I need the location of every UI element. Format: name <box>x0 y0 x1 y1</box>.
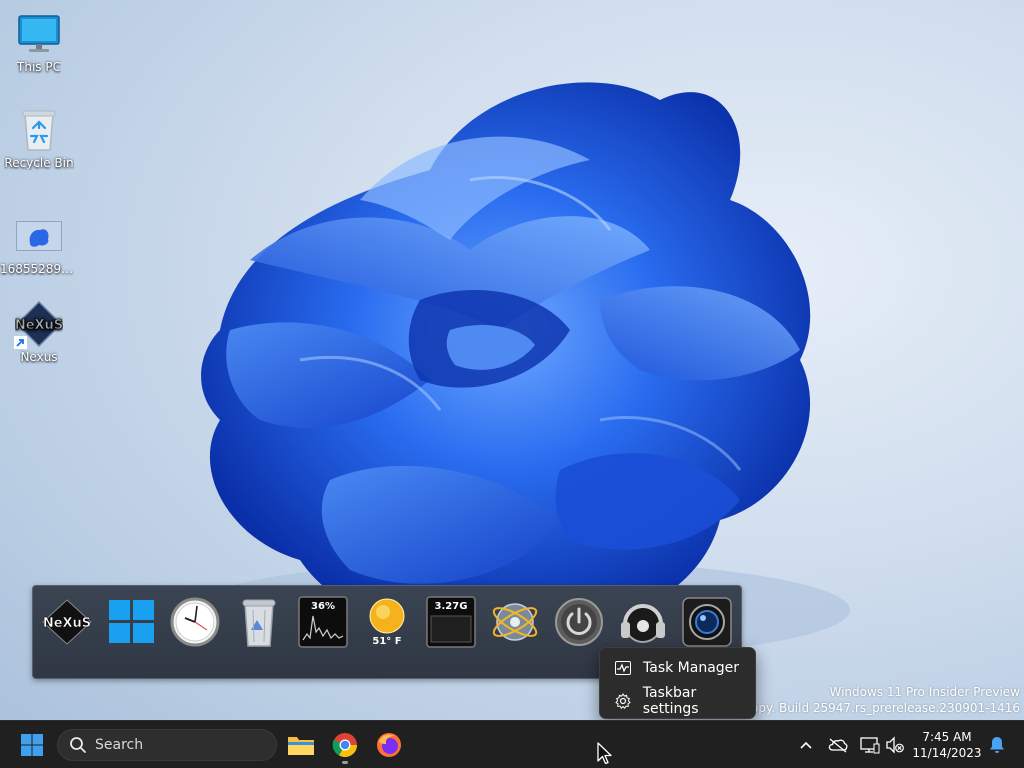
cpu-meter-icon: 36% <box>298 596 348 648</box>
mouse-pointer-icon <box>597 742 612 765</box>
dock-item-cpu-meter[interactable]: 36% <box>295 594 351 650</box>
desktop-icon-image-file[interactable]: 1685528908_... <box>0 212 78 276</box>
network-monitor-icon <box>860 737 880 754</box>
onedrive-status[interactable] <box>827 733 849 757</box>
menu-item-task-manager[interactable]: Task Manager <box>600 651 755 684</box>
menu-item-taskbar-settings[interactable]: Taskbar settings <box>600 684 755 717</box>
dock-item-nexus[interactable]: NeXuS <box>39 594 95 650</box>
dock-item-memory-meter[interactable]: 3.27G <box>423 594 479 650</box>
chevron-up-icon <box>800 741 812 749</box>
folder-icon <box>288 737 314 755</box>
dock-item-internet[interactable] <box>487 594 543 650</box>
image-thumbnail-icon <box>15 212 63 260</box>
svg-text:51° F: 51° F <box>372 636 401 647</box>
taskbar: Search 7:45 AM 11/14/2023 <box>0 720 1024 768</box>
menu-item-label: Task Manager <box>643 659 740 676</box>
taskbar-app-file-explorer[interactable] <box>281 725 321 765</box>
headphones-icon <box>621 604 665 643</box>
speaker-muted-icon <box>886 736 904 754</box>
globe-icon <box>492 603 538 641</box>
desktop-icon-label: Nexus <box>20 350 58 364</box>
desktop-icon-nexus[interactable]: NeXuS Nexus <box>0 300 78 364</box>
dock-item-clock[interactable] <box>167 594 223 650</box>
windows-logo-icon <box>109 600 154 643</box>
show-hidden-icons-button[interactable] <box>795 733 817 757</box>
taskbar-app-firefox[interactable] <box>369 725 409 765</box>
taskbar-search-box[interactable]: Search <box>57 729 277 761</box>
cloud-off-icon <box>828 738 848 753</box>
recycle-bin-icon <box>15 106 63 154</box>
start-button[interactable] <box>12 725 52 765</box>
desktop-icon-this-pc[interactable]: This PC <box>0 10 78 74</box>
clock-icon <box>170 597 220 647</box>
task-manager-icon <box>614 659 632 677</box>
search-placeholder: Search <box>95 737 144 753</box>
taskbar-clock[interactable]: 7:45 AM 11/14/2023 <box>912 729 982 761</box>
taskbar-context-menu: Task Manager Taskbar settings <box>599 647 756 719</box>
shortcut-arrow-icon <box>14 336 27 349</box>
dock-item-weather[interactable]: 51° F <box>359 594 415 650</box>
desktop-icon-label: 1685528908_... <box>0 262 78 276</box>
weather-sun-icon: 51° F <box>369 598 405 647</box>
chrome-icon <box>332 733 357 758</box>
bell-icon <box>990 737 1004 753</box>
monitor-icon <box>15 10 63 58</box>
nexus-logo-icon: NeXuS <box>42 599 92 645</box>
taskbar-app-chrome[interactable] <box>325 725 365 765</box>
volume-status[interactable] <box>884 733 906 757</box>
desktop-icon-recycle-bin[interactable]: Recycle Bin <box>0 106 78 170</box>
dock-item-media-player[interactable] <box>615 594 671 650</box>
menu-item-label: Taskbar settings <box>642 684 699 717</box>
svg-text:36%: 36% <box>311 601 335 612</box>
network-status[interactable] <box>859 733 881 757</box>
dock-item-shutdown[interactable] <box>551 594 607 650</box>
desktop-icon-label: Recycle Bin <box>4 156 74 170</box>
svg-text:3.27G: 3.27G <box>435 601 468 612</box>
svg-text:NeXuS: NeXuS <box>43 616 91 631</box>
dock-item-windows[interactable] <box>103 594 159 650</box>
svg-text:NeXuS: NeXuS <box>15 318 63 333</box>
notifications-button[interactable] <box>986 733 1008 757</box>
power-icon <box>555 598 603 646</box>
camera-lens-icon <box>682 597 732 647</box>
clock-time: 7:45 AM <box>922 730 972 744</box>
dock-item-recycle-bin[interactable] <box>231 594 287 650</box>
memory-meter-icon: 3.27G <box>426 596 476 648</box>
search-icon <box>70 737 86 753</box>
dock-item-camera[interactable] <box>679 594 735 650</box>
windows-logo-icon <box>21 734 43 756</box>
firefox-icon <box>377 733 401 757</box>
gear-icon <box>614 692 632 710</box>
nexus-logo-icon: NeXuS <box>14 300 63 349</box>
recycle-bin-icon <box>242 599 276 647</box>
running-indicator <box>342 761 348 764</box>
desktop-icon-label: This PC <box>17 60 61 74</box>
clock-date: 11/14/2023 <box>912 746 982 760</box>
